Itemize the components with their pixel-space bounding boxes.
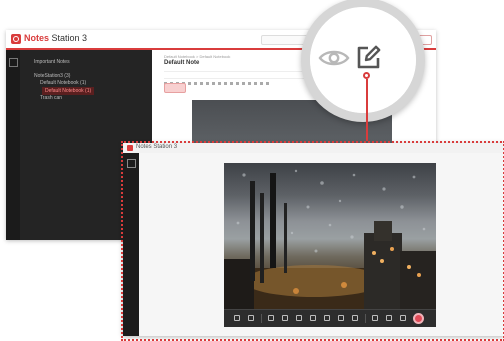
format-icon[interactable] [236,82,239,85]
format-icon[interactable] [200,82,203,85]
app-brand: Notes Station 3 [24,33,87,43]
format-icon[interactable] [194,82,197,85]
sidebar-item-trash[interactable]: Trash can [40,95,62,101]
sidebar-item-notebook[interactable]: Default Notebook (1) [40,80,86,86]
format-icon[interactable] [188,82,191,85]
tag-badge[interactable] [164,83,186,93]
format-icon[interactable] [242,82,245,85]
edit-icon[interactable] [356,44,382,70]
format-icon[interactable] [254,82,257,85]
callout-connector [366,79,368,141]
format-icon[interactable] [212,82,215,85]
sidebar-item-notestation[interactable]: NoteStation3 (3) [34,73,70,79]
format-icon[interactable] [266,82,269,85]
note-title[interactable]: Default Note [164,60,199,66]
notebook-icon[interactable] [9,58,18,67]
eye-icon[interactable] [318,48,350,68]
icon-rail [6,50,20,240]
format-icon[interactable] [260,82,263,85]
breadcrumb[interactable]: Default Notebook > Default Notebook [164,54,230,59]
brand-name: Notes [24,33,50,43]
callout-marker [363,72,370,79]
format-icon[interactable] [224,82,227,85]
format-icon[interactable] [248,82,251,85]
callout-frame [121,141,504,341]
format-icon[interactable] [206,82,209,85]
notestation-logo-icon [11,34,21,44]
format-icon[interactable] [230,82,233,85]
sidebar-item-notebook-active[interactable]: Default Notebook (1) [42,87,95,95]
format-icon[interactable] [218,82,221,85]
sidebar-item-important-notes[interactable]: Important Notes [34,59,70,65]
brand-suffix: Station 3 [51,33,88,43]
